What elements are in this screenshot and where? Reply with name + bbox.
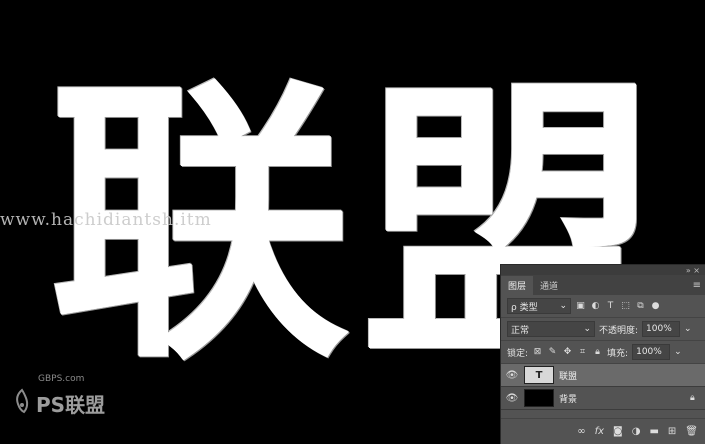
blend-row: 正常 ⌄ 不透明度: 100% ⌄ xyxy=(501,318,705,341)
lock-row: 锁定: ⊠ ✎ ✥ ⌗ 🔒︎ 填充: 100% ⌄ xyxy=(501,341,705,364)
panel-topbar: » × xyxy=(501,265,705,275)
opacity-input[interactable]: 100% xyxy=(642,321,681,337)
chevron-down-icon[interactable]: ⌄ xyxy=(674,347,682,357)
panel-tabs: 图层 通道 ≡ xyxy=(501,275,705,295)
site-logo: GBPS.com PS联盟 xyxy=(12,374,106,418)
ps-logo-icon xyxy=(12,388,32,418)
filter-type-dropdown[interactable]: ρ 类型 ⌄ xyxy=(507,298,571,314)
eye-icon[interactable]: 👁︎ xyxy=(505,370,519,381)
lock-all-icon[interactable]: 🔒︎ xyxy=(592,347,603,358)
close-icon[interactable]: × xyxy=(693,266,700,275)
filter-type-label: ρ 类型 xyxy=(511,302,538,313)
text-filter-icon[interactable]: T xyxy=(605,301,616,312)
layer-name[interactable]: 联盟 xyxy=(559,369,705,382)
background-layer-thumbnail xyxy=(524,389,554,407)
chevron-down-icon[interactable]: ⌄ xyxy=(684,324,692,334)
new-layer-icon[interactable]: ⊞ xyxy=(668,426,676,437)
opacity-label: 不透明度: xyxy=(599,325,639,336)
shape-filter-icon[interactable]: ⬚ xyxy=(620,301,631,312)
lock-position-icon[interactable]: ✥ xyxy=(562,347,573,358)
lock-icon: 🔒︎ xyxy=(690,393,695,403)
adjustment-filter-icon[interactable]: ◐ xyxy=(590,301,601,312)
watermark-text: www.hachidiantsh.itm xyxy=(0,210,212,230)
trash-icon[interactable]: 🗑︎ xyxy=(685,426,698,437)
filter-row: ρ 类型 ⌄ ▣ ◐ T ⬚ ⧉ ● xyxy=(501,295,705,318)
fill-value: 100% xyxy=(636,347,662,357)
blend-mode-value: 正常 xyxy=(511,325,530,336)
chevron-down-icon: ⌄ xyxy=(583,324,591,334)
lock-transparent-icon[interactable]: ⊠ xyxy=(532,347,543,358)
logo-brand-text: PS联盟 xyxy=(36,392,106,417)
folder-icon[interactable]: ▬ xyxy=(649,426,658,437)
lock-label: 锁定: xyxy=(507,348,529,359)
blend-mode-dropdown[interactable]: 正常 ⌄ xyxy=(507,321,595,337)
layer-row-text[interactable]: 👁︎ T 联盟 xyxy=(501,364,705,387)
panel-menu-icon[interactable]: ≡ xyxy=(693,280,701,291)
layer-row-background[interactable]: 👁︎ 背景 🔒︎ xyxy=(501,387,705,410)
image-filter-icon[interactable]: ▣ xyxy=(575,301,586,312)
eye-icon[interactable]: 👁︎ xyxy=(505,393,519,404)
logo-site-text: GBPS.com xyxy=(38,374,85,384)
smart-object-filter-icon[interactable]: ⧉ xyxy=(635,301,646,312)
panel-bottom-bar: ∞ fx ◙ ◑ ▬ ⊞ 🗑︎ xyxy=(501,418,705,444)
lock-artboard-icon[interactable]: ⌗ xyxy=(577,347,588,358)
lock-pixels-icon[interactable]: ✎ xyxy=(547,347,558,358)
opacity-value: 100% xyxy=(646,324,672,334)
chevron-down-icon: ⌄ xyxy=(559,301,567,311)
text-layer-thumbnail: T xyxy=(524,366,554,384)
filter-toggle-icon[interactable]: ● xyxy=(650,301,661,312)
fx-icon[interactable]: fx xyxy=(595,426,604,437)
adjustment-icon[interactable]: ◑ xyxy=(632,426,641,437)
tab-channels[interactable]: 通道 xyxy=(533,276,565,295)
mask-icon[interactable]: ◙ xyxy=(613,426,623,437)
link-icon[interactable]: ∞ xyxy=(577,426,585,437)
layers-panel: » × 图层 通道 ≡ ρ 类型 ⌄ ▣ ◐ T ⬚ ⧉ ● 正常 ⌄ 不透明度… xyxy=(500,264,705,444)
fill-input[interactable]: 100% xyxy=(632,344,671,360)
tab-layers[interactable]: 图层 xyxy=(501,276,534,295)
collapse-icon[interactable]: » xyxy=(686,266,691,275)
layer-name[interactable]: 背景 xyxy=(559,392,685,405)
fill-label: 填充: xyxy=(607,348,629,359)
